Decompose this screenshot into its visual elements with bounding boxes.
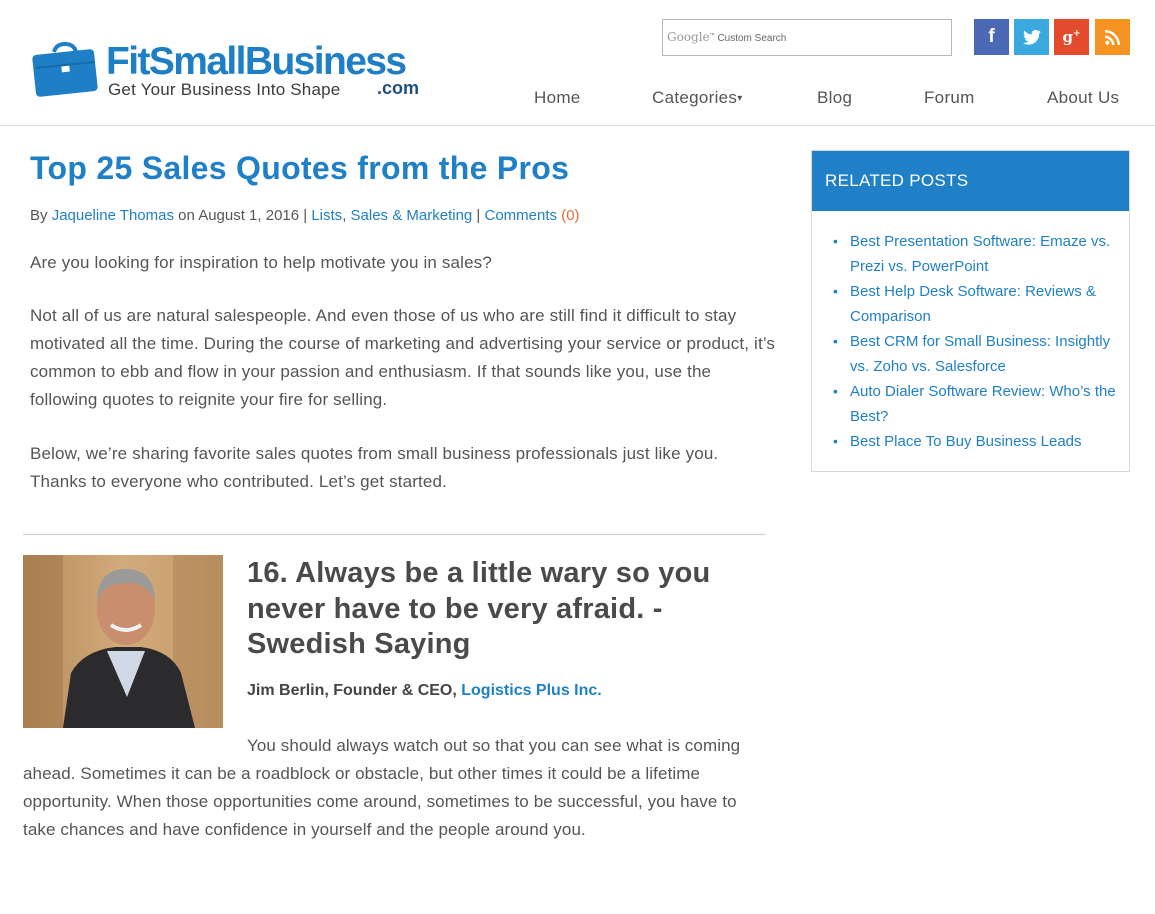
rss-icon — [1105, 29, 1120, 45]
chevron-down-icon: ▾ — [737, 93, 743, 104]
intro-paragraph-1: Are you looking for inspiration to help … — [30, 253, 492, 272]
twitter-icon — [1022, 29, 1041, 45]
search-box[interactable]: Google™ Custom Search — [662, 19, 952, 56]
related-post-link[interactable]: Best Presentation Software: Emaze vs. Pr… — [833, 229, 1120, 279]
logo-suffix: .com — [377, 78, 420, 98]
site-logo[interactable]: FitSmallBusiness Get Your Business Into … — [32, 38, 432, 102]
category-link-sales-marketing[interactable]: Sales & Marketing — [351, 207, 473, 224]
logo-tagline: Get Your Business Into Shape — [108, 80, 341, 99]
rss-button[interactable] — [1095, 19, 1130, 55]
site-header: FitSmallBusiness Get Your Business Into … — [0, 0, 1155, 126]
nav-forum[interactable]: Forum — [924, 88, 975, 108]
google-plus-button[interactable]: g+ — [1054, 19, 1089, 55]
twitter-button[interactable] — [1014, 19, 1049, 55]
article-meta: By Jaqueline Thomas on August 1, 2016 | … — [30, 207, 580, 224]
facebook-button[interactable]: f — [974, 19, 1009, 55]
related-posts-heading: RELATED POSTS — [812, 151, 1129, 211]
google-plus-icon: g+ — [1062, 28, 1081, 46]
related-post-link[interactable]: Best Place To Buy Business Leads — [833, 429, 1120, 454]
related-posts-list: Best Presentation Software: Emaze vs. Pr… — [833, 229, 1120, 454]
nav-blog[interactable]: Blog — [817, 88, 852, 108]
comments-link[interactable]: Comments (0) — [485, 207, 580, 224]
facebook-icon: f — [988, 26, 995, 47]
company-link[interactable]: Logistics Plus Inc. — [461, 682, 601, 699]
meta-by: By — [30, 207, 52, 224]
related-post-link[interactable]: Best CRM for Small Business: Insightly v… — [833, 329, 1120, 379]
related-post-link[interactable]: Best Help Desk Software: Reviews & Compa… — [833, 279, 1120, 329]
quote-body: You should always watch out so that you … — [23, 736, 741, 839]
intro-paragraph-3: Below, we’re sharing favorite sales quot… — [30, 444, 719, 491]
nav-home[interactable]: Home — [534, 88, 581, 108]
quote-heading: 16. Always be a little wary so you never… — [247, 557, 711, 660]
logo-name: FitSmallBusiness — [106, 40, 407, 83]
nav-about[interactable]: About Us — [1047, 88, 1119, 108]
nav-categories-label: Categories — [652, 88, 738, 107]
intro-paragraph-2: Not all of us are natural salespeople. A… — [30, 306, 776, 409]
author-name: Jim Berlin, Founder & CEO, — [247, 682, 462, 699]
comments-label: Comments — [484, 207, 558, 224]
section-divider — [23, 534, 766, 535]
nav-categories[interactable]: Categories▾ — [652, 88, 743, 108]
category-link-lists[interactable]: Lists — [311, 207, 342, 224]
meta-separator: | — [472, 207, 485, 224]
meta-date: on August 1, 2016 | — [174, 207, 312, 224]
author-link[interactable]: Jaqueline Thomas — [52, 207, 174, 224]
author-photo — [23, 555, 223, 728]
comment-count: (0) — [561, 207, 580, 224]
related-post-link[interactable]: Auto Dialer Software Review: Who’s the B… — [833, 379, 1120, 429]
quote-author: Jim Berlin, Founder & CEO, Logistics Plu… — [247, 682, 602, 700]
related-posts-widget: RELATED POSTS Best Presentation Software… — [811, 150, 1130, 472]
meta-comma: , — [342, 207, 351, 224]
search-input[interactable] — [663, 20, 951, 55]
briefcase-icon — [32, 42, 98, 97]
page-title: Top 25 Sales Quotes from the Pros — [30, 150, 570, 186]
